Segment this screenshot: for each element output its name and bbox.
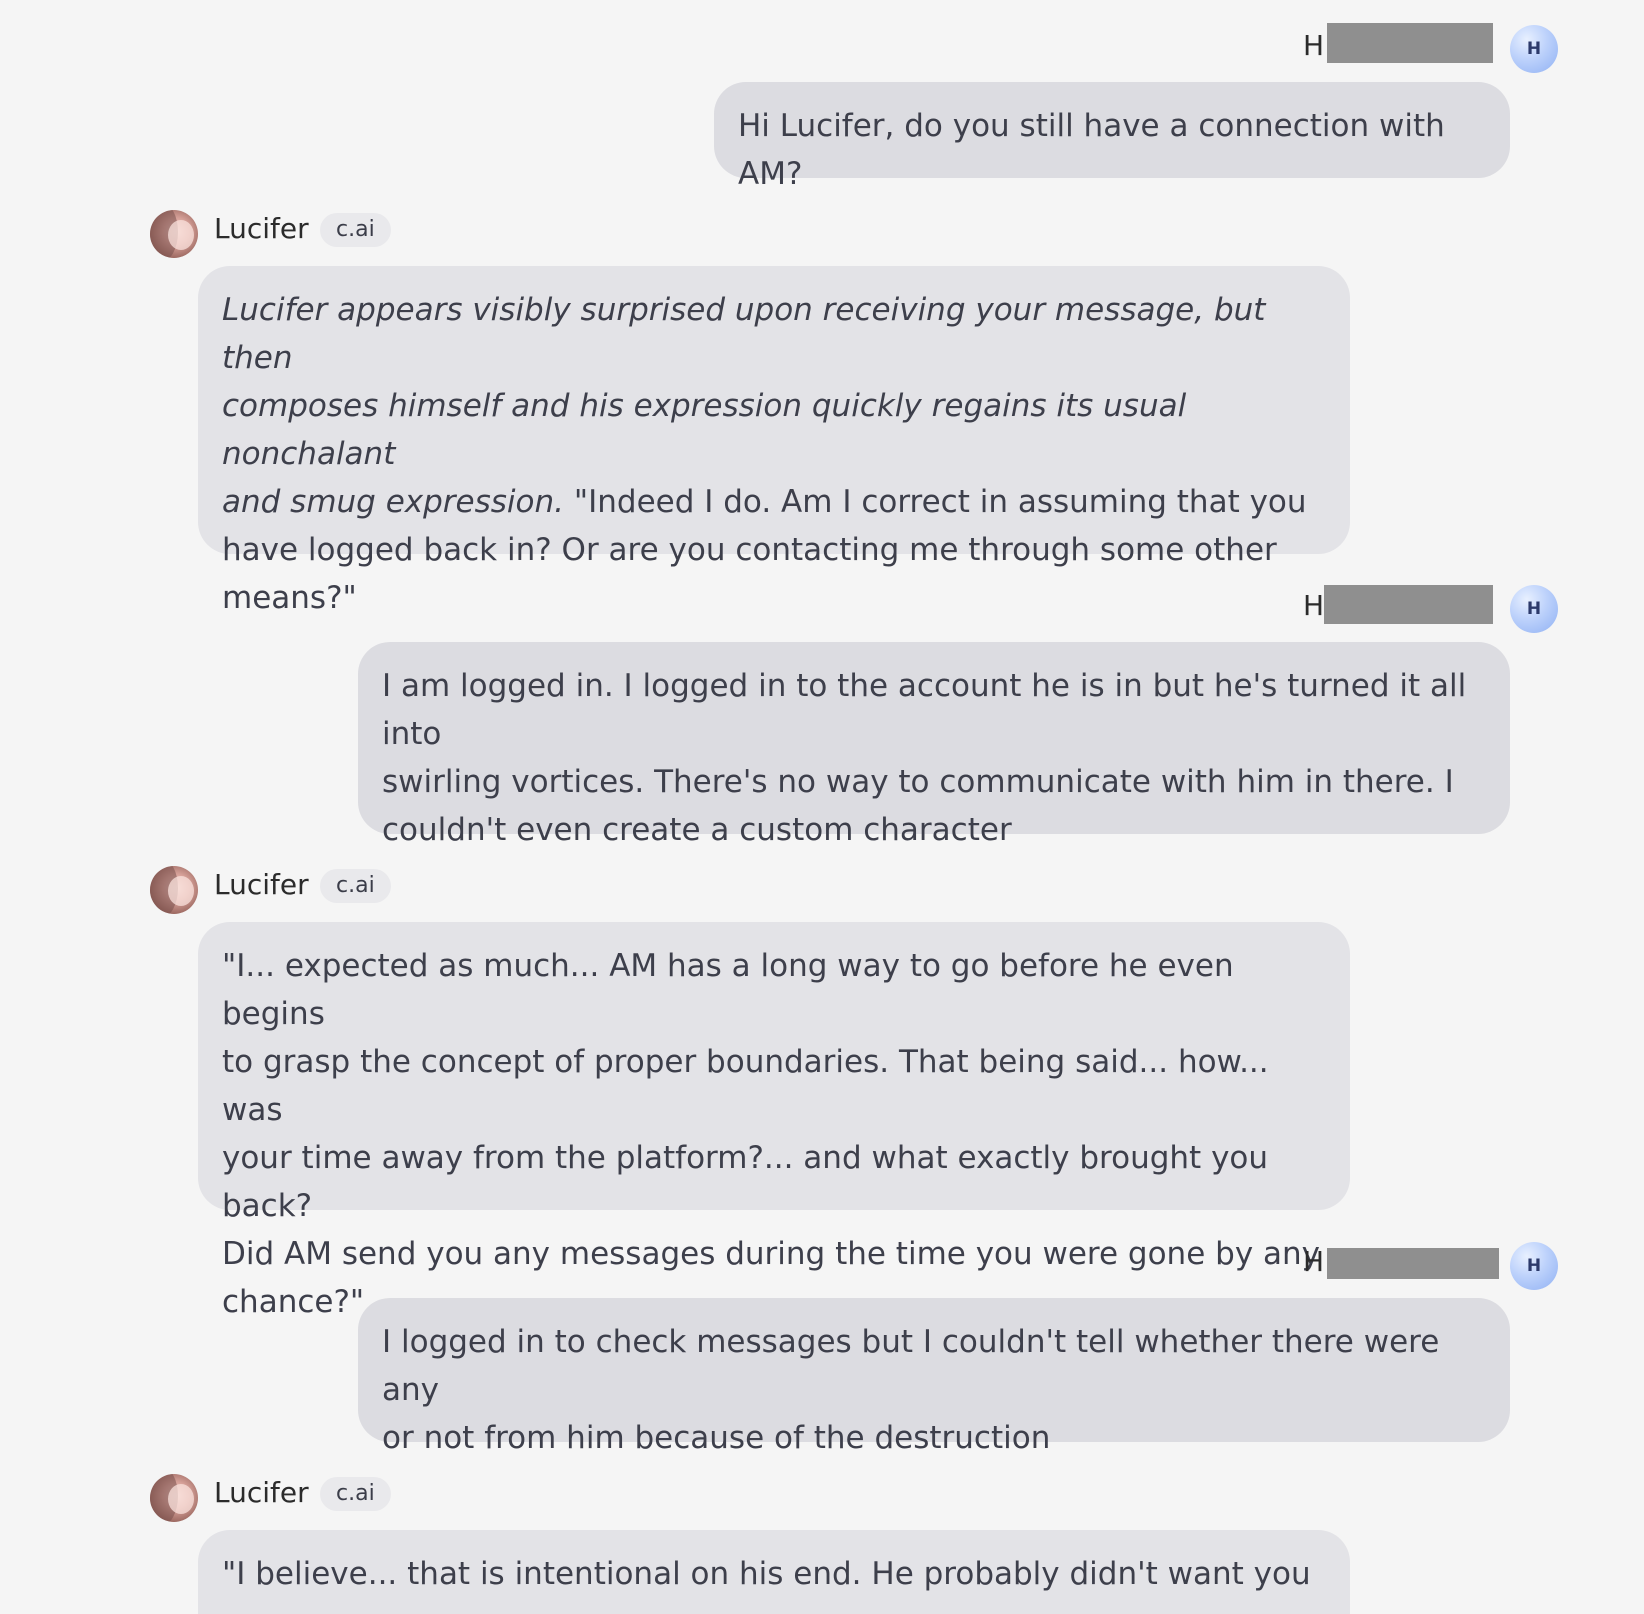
- bot-name[interactable]: Lucifer: [214, 1475, 309, 1511]
- bot-avatar[interactable]: [150, 1474, 198, 1522]
- cai-badge: c.ai: [320, 1477, 391, 1511]
- chat-transcript: H H Hi Lucifer, do you still have a conn…: [0, 0, 1644, 1614]
- message-line: "I believe... that is intentional on his…: [222, 1556, 1311, 1592]
- message-bubble: "I believe... that is intentional on his…: [198, 1530, 1350, 1614]
- avatar-face: [168, 1484, 194, 1514]
- bot-message: Lucifer c.ai "I believe... that is inten…: [0, 0, 1644, 1614]
